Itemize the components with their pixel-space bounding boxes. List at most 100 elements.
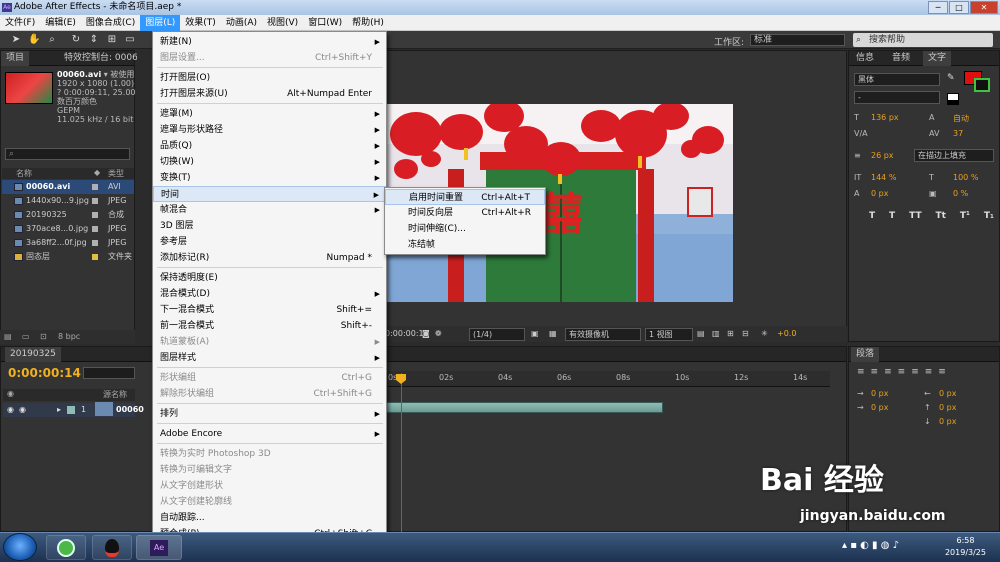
indent-left-value[interactable]: 0 px [871, 389, 888, 398]
indent-right-value[interactable]: 0 px [939, 389, 956, 398]
align-left-icon[interactable]: ≡ [857, 367, 865, 377]
menu-effect[interactable]: 效果(T) [180, 15, 221, 31]
menu-item[interactable]: 帧混合 ▶ [153, 202, 386, 218]
menu-item[interactable]: 遮罩(M) ▶ [153, 106, 386, 122]
minimize-button[interactable]: ─ [928, 1, 948, 14]
menu-item[interactable]: 3D 图层 [153, 218, 386, 234]
help-search-input[interactable]: ⌕ 搜索帮助 [853, 33, 993, 47]
tab-info[interactable]: 信息 [851, 51, 879, 66]
maximize-button[interactable]: □ [949, 1, 969, 14]
menu-item[interactable]: 转换为实时 Photoshop 3D [153, 446, 386, 462]
rotate-tool-icon[interactable]: ↻ [70, 34, 82, 46]
justify-right-icon[interactable]: ≡ [925, 367, 933, 377]
timeline-ruler[interactable]: 0s 02s 04s 06s 08s 10s 12s 14s [386, 371, 830, 387]
space-before-value[interactable]: 0 px [939, 403, 956, 412]
timeline-search-input[interactable] [83, 367, 135, 379]
menu-item[interactable]: 时间 ▶ [153, 186, 386, 202]
menu-item[interactable]: 从文字创建形状 [153, 478, 386, 494]
horizontal-scale-value[interactable]: 100 % [953, 173, 978, 182]
hand-tool-icon[interactable]: ✋ [28, 34, 40, 46]
timeline-icon[interactable]: ⊞ [727, 326, 734, 342]
tab-audio[interactable]: 音频 [887, 51, 915, 66]
stroke-color-swatch[interactable] [974, 78, 990, 92]
selection-tool-icon[interactable]: ➤ [10, 34, 22, 46]
column-name[interactable]: 名称 [16, 168, 32, 179]
tab-paragraph[interactable]: 段落 [851, 347, 880, 362]
project-item[interactable]: 370ace8...0.jpg JPEG [2, 222, 134, 236]
menu-item[interactable]: 打开图层来源(U) Alt+Numpad Enter [153, 86, 386, 102]
align-right-icon[interactable]: ≡ [884, 367, 892, 377]
project-item-label[interactable] [92, 226, 98, 232]
menu-item[interactable]: 前一混合模式 Shift+- [153, 318, 386, 334]
menu-item[interactable]: 打开图层(O) [153, 70, 386, 86]
black-swatch[interactable] [947, 101, 959, 105]
stroke-width-value[interactable]: 26 px [871, 151, 894, 160]
menu-item[interactable]: 自动跟踪... [153, 510, 386, 526]
color-channel-icon[interactable]: ❁ [435, 326, 442, 342]
project-item[interactable]: 3a68ff2...0f.jpg JPEG [2, 236, 134, 250]
menu-item[interactable]: 新建(N) ▶ [153, 34, 386, 50]
tab-character[interactable]: 文字 [923, 51, 952, 66]
project-item[interactable]: 1440x90...9.jpg JPEG [2, 194, 134, 208]
tracking-value[interactable]: 37 [953, 129, 963, 138]
menu-item[interactable]: 排列 ▶ [153, 406, 386, 422]
menu-item[interactable]: 品质(Q) ▶ [153, 138, 386, 154]
menu-item[interactable]: 添加标记(R) Numpad * [153, 250, 386, 266]
exposure-value[interactable]: +0.0 [777, 326, 796, 342]
justify-left-icon[interactable]: ≡ [898, 367, 906, 377]
visibility-icon[interactable]: ◉ [7, 389, 14, 398]
layer-label-color[interactable] [67, 406, 75, 414]
zoom-tool-icon[interactable]: ⌕ [46, 34, 58, 46]
project-item[interactable]: 固态层 文件夹 [2, 250, 134, 264]
justify-all-icon[interactable]: ≡ [938, 367, 946, 377]
menu-composition[interactable]: 图像合成(C) [81, 15, 140, 31]
region-icon[interactable]: ▣ [531, 326, 539, 342]
start-button[interactable] [3, 533, 37, 561]
project-item[interactable]: 00060.avi AVI [2, 180, 134, 194]
menu-help[interactable]: 帮助(H) [347, 15, 389, 31]
flowchart-icon[interactable]: ⊟ [742, 326, 749, 342]
leading-value[interactable]: 自动 [953, 113, 969, 124]
justify-center-icon[interactable]: ≡ [911, 367, 919, 377]
resolution-select[interactable]: (1/4) [469, 328, 525, 341]
camera-select[interactable]: 有效摄像机 [565, 328, 641, 341]
menu-item[interactable]: 混合模式(D) ▶ [153, 286, 386, 302]
project-item-label[interactable] [92, 198, 98, 204]
white-swatch[interactable] [947, 93, 959, 101]
menu-layer[interactable]: 图层(L) [140, 14, 181, 31]
menu-file[interactable]: 文件(F) [0, 15, 40, 31]
menu-item[interactable]: 参考层 [153, 234, 386, 250]
menu-view[interactable]: 视图(V) [262, 15, 303, 31]
menu-item[interactable]: Adobe Encore ▶ [153, 426, 386, 442]
menu-item[interactable]: 遮罩与形状路径 ▶ [153, 122, 386, 138]
menu-item[interactable]: 变换(T) ▶ [153, 170, 386, 186]
new-folder-icon[interactable]: ▭ [22, 332, 30, 341]
font-family-select[interactable]: 黑体 [854, 73, 940, 86]
audio-icon[interactable]: ◉ [19, 403, 26, 417]
small-caps-button[interactable]: Tt [936, 211, 946, 221]
submenu-item[interactable]: 冻结帧 [385, 237, 545, 253]
exposure-icon[interactable]: ✳ [761, 326, 768, 342]
vertical-scale-value[interactable]: 144 % [871, 173, 896, 182]
layer-duration-bar[interactable] [386, 402, 663, 413]
new-comp-icon[interactable]: ⊡ [40, 332, 47, 341]
faux-italic-button[interactable]: T [889, 211, 895, 221]
submenu-item[interactable]: 启用时间重置 Ctrl+Alt+T [385, 189, 545, 205]
submenu-item[interactable]: 时间伸缩(C)... [385, 221, 545, 237]
menu-animation[interactable]: 动画(A) [221, 15, 262, 31]
menu-item[interactable]: 从文字创建轮廓线 [153, 494, 386, 510]
snapshot-icon[interactable]: ◙ [422, 326, 430, 342]
stroke-mode-select[interactable]: 在描边上填充 [914, 149, 994, 162]
eyedropper-icon[interactable]: ✎ [947, 73, 955, 83]
tab-effect-controls[interactable]: 特效控制台: 00060.avi [59, 51, 137, 66]
faux-bold-button[interactable]: T [869, 211, 875, 221]
align-center-icon[interactable]: ≡ [871, 367, 879, 377]
close-button[interactable]: ✕ [970, 1, 998, 14]
column-source[interactable]: 源名称 [103, 389, 127, 400]
tray-icons[interactable]: ▴ ▪ ◐ ▮ ◍ ♪ [842, 540, 899, 551]
camera-tool-icon[interactable]: ⇕ [88, 34, 100, 46]
submenu-item[interactable]: 时间反向层 Ctrl+Alt+R [385, 205, 545, 221]
menu-item[interactable]: 解除形状编组 Ctrl+Shift+G [153, 386, 386, 402]
playhead-line[interactable] [401, 373, 402, 533]
menu-item[interactable]: 切换(W) ▶ [153, 154, 386, 170]
